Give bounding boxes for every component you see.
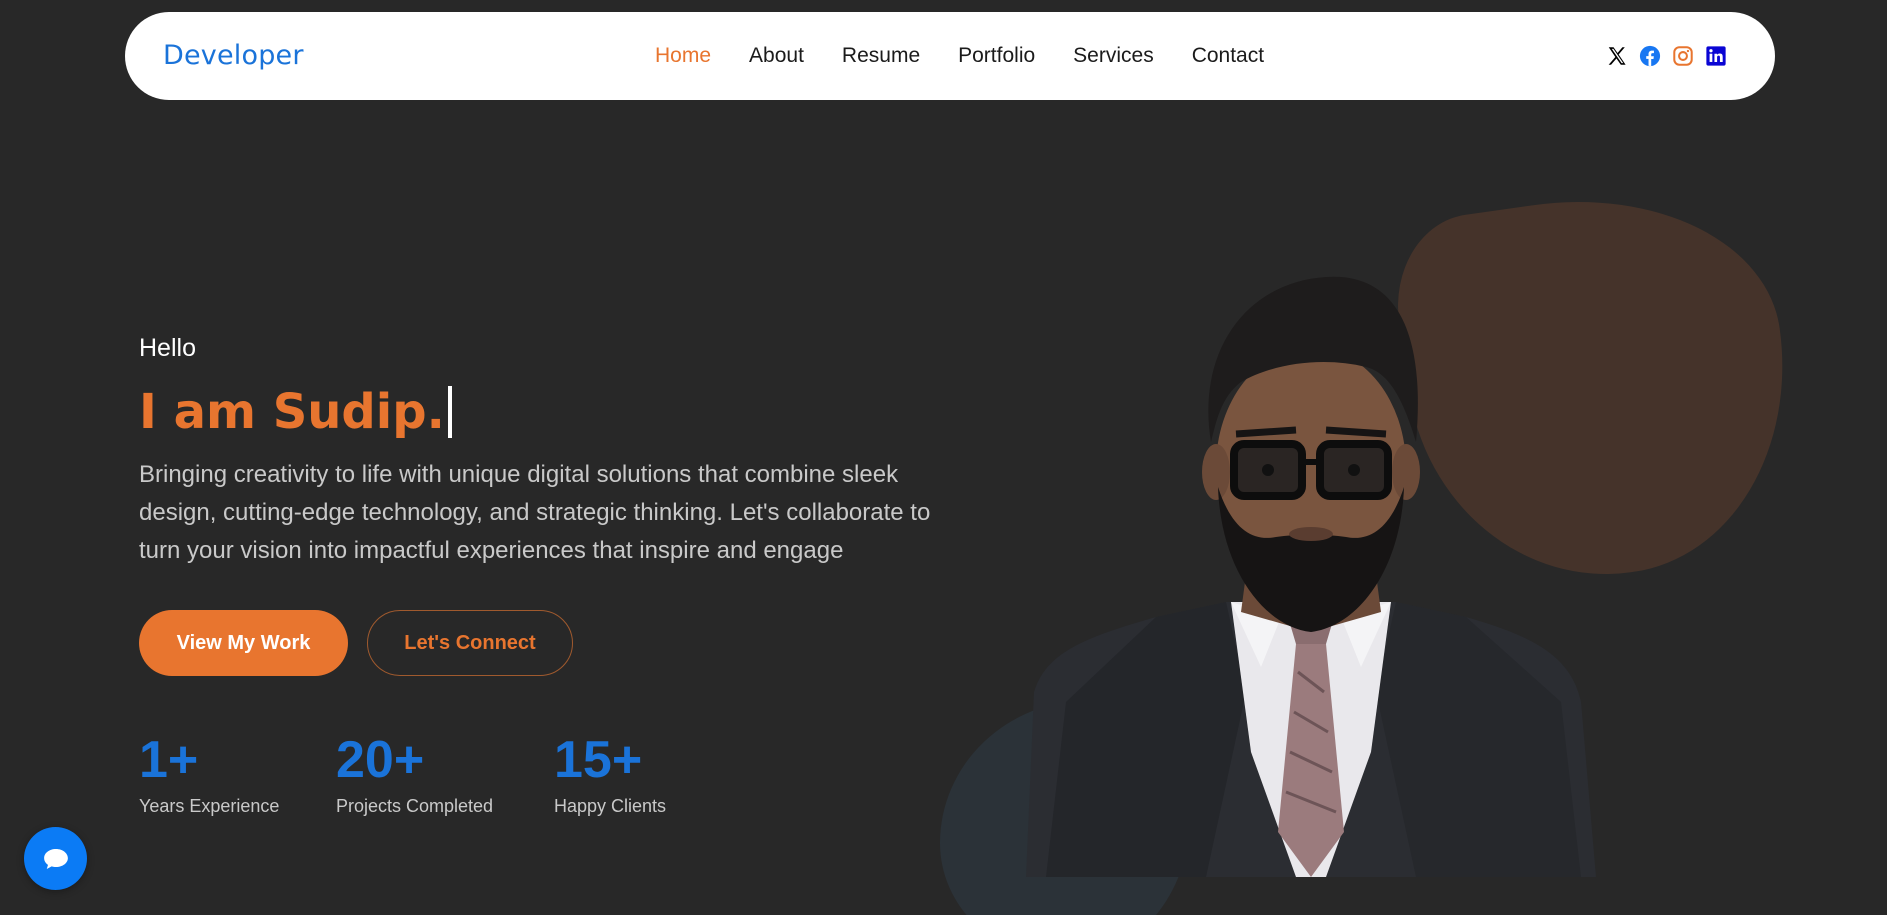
chat-bubble-icon bbox=[43, 848, 68, 869]
main-nav: Home About Resume Portfolio Services Con… bbox=[655, 12, 1302, 100]
nav-item-contact: Contact bbox=[1192, 44, 1264, 68]
stat-value: 1+ bbox=[139, 731, 199, 789]
profile-photo bbox=[1026, 272, 1596, 882]
nav-item-resume: Resume bbox=[842, 44, 920, 68]
top-navbar: Developer Home About Resume Portfolio Se… bbox=[125, 12, 1775, 100]
hero-headline-text: I am Sudip. bbox=[139, 384, 445, 440]
nav-link-resume[interactable]: Resume bbox=[842, 44, 920, 67]
social-links bbox=[1606, 12, 1727, 100]
stat-label: Years Experience bbox=[139, 796, 280, 816]
lets-connect-button[interactable]: Let's Connect bbox=[367, 610, 573, 676]
hero-greeting: Hello bbox=[139, 334, 196, 362]
nav-link-about[interactable]: About bbox=[749, 44, 804, 67]
nav-link-home[interactable]: Home bbox=[655, 44, 711, 67]
linkedin-icon[interactable] bbox=[1705, 45, 1727, 67]
stat-projects: 20+ Projects Completed bbox=[336, 730, 493, 817]
stat-clients: 15+ Happy Clients bbox=[554, 730, 666, 817]
stat-experience: 1+ Years Experience bbox=[139, 730, 279, 817]
stat-value: 15+ bbox=[554, 731, 643, 789]
nav-item-about: About bbox=[749, 44, 804, 68]
nav-item-home: Home bbox=[655, 44, 711, 68]
brand-logo[interactable]: Developer bbox=[163, 12, 304, 100]
nav-item-portfolio: Portfolio bbox=[958, 44, 1035, 68]
hero-headline: I am Sudip. bbox=[139, 384, 452, 440]
hero-intro: Bringing creativity to life with unique … bbox=[139, 461, 931, 564]
instagram-icon[interactable] bbox=[1672, 45, 1694, 67]
nav-link-contact[interactable]: Contact bbox=[1192, 44, 1264, 67]
stat-label: Happy Clients bbox=[554, 796, 667, 816]
nav-link-services[interactable]: Services bbox=[1073, 44, 1154, 67]
chat-button[interactable] bbox=[24, 827, 87, 890]
stat-value: 20+ bbox=[336, 731, 425, 789]
stat-label: Projects Completed bbox=[336, 796, 494, 816]
nav-item-services: Services bbox=[1073, 44, 1154, 68]
x-icon[interactable] bbox=[1606, 45, 1628, 67]
nav-link-portfolio[interactable]: Portfolio bbox=[958, 44, 1035, 67]
view-my-work-button[interactable]: View My Work bbox=[139, 610, 348, 676]
typing-cursor bbox=[447, 386, 452, 438]
facebook-icon[interactable] bbox=[1639, 45, 1661, 67]
